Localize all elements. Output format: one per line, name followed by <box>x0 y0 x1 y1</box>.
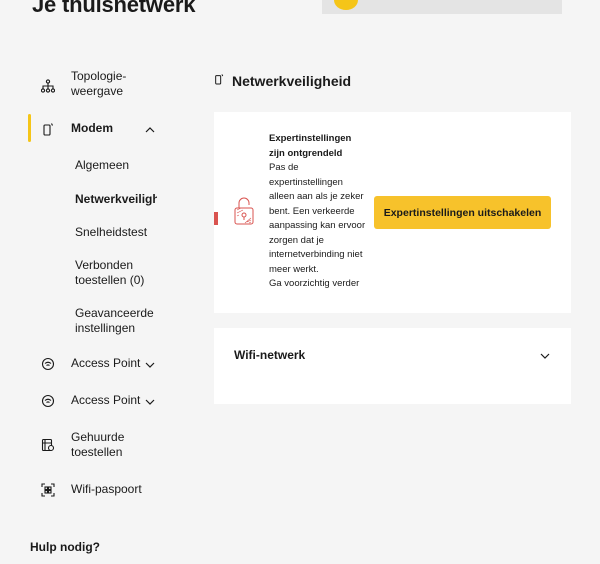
access-point-icon <box>40 356 56 372</box>
warning-line: internetverbinding niet <box>269 249 363 260</box>
warning-line: Ga voorzichtig verder <box>269 278 360 289</box>
qr-icon <box>40 482 56 498</box>
nav-label: Gehuurde toestellen <box>71 430 125 459</box>
nav-label: Access Point <box>71 356 141 370</box>
subnav-item-connected-devices[interactable]: Verbonden toestellen (0) <box>75 258 144 288</box>
chevron-up-icon[interactable] <box>144 123 156 135</box>
section-header: Netwerkveiligheid <box>214 72 351 90</box>
subnav-item-advanced-settings[interactable]: Geavanceerde instellingen <box>75 306 154 336</box>
warning-line: aanpassing kan ervoor <box>269 220 366 231</box>
section-title: Netwerkveiligheid <box>232 73 352 89</box>
access-point-icon <box>40 393 56 409</box>
chevron-down-icon[interactable] <box>144 358 156 370</box>
chevron-down-icon[interactable] <box>539 349 551 361</box>
help-heading: Hulp nodig? <box>30 540 100 554</box>
wifi-network-title: Wifi-netwerk <box>234 348 306 362</box>
topology-icon <box>40 78 56 94</box>
nav-label: Wifi-paspoort <box>71 482 142 496</box>
page-title: Je thuisnetwerk <box>32 0 196 17</box>
nav-label: Access Point <box>71 393 141 407</box>
expert-settings-card: Expertinstellingen zijn ontgrendeld Pas … <box>214 112 571 313</box>
warning-heading: Expertinstellingen zijn ontgrendeld <box>269 133 352 159</box>
subnav-item-general[interactable]: Algemeen <box>75 158 129 173</box>
nav-label: Modem <box>71 121 113 135</box>
wifi-network-accordion[interactable]: Wifi-netwerk <box>214 328 571 404</box>
nav-label: Topologie- weergave <box>71 69 127 98</box>
warning-line: meer werkt. <box>269 263 319 275</box>
chevron-down-icon[interactable] <box>144 395 156 407</box>
modem-icon <box>40 121 56 137</box>
warning-line: expertinstellingen <box>269 176 343 188</box>
warning-marker <box>214 212 218 225</box>
warning-line: bent. Een verkeerde <box>269 205 355 217</box>
warning-line: alleen aan als je zeker <box>269 191 364 202</box>
active-indicator <box>28 114 31 142</box>
warning-line: zorgen dat je <box>269 234 324 246</box>
modem-icon <box>214 72 224 90</box>
warning-line: Pas de <box>269 162 299 173</box>
expert-warning-text: Expertinstellingen zijn ontgrendeld Pas … <box>269 132 367 292</box>
unlocked-lock-icon <box>234 196 254 226</box>
top-banner <box>322 0 562 14</box>
subnav-item-network-security[interactable]: Netwerkveiligheid <box>75 192 157 207</box>
disable-expert-settings-button[interactable]: Expertinstellingen uitschakelen <box>374 196 551 229</box>
subnav-item-speedtest[interactable]: Snelheidstest <box>75 225 147 240</box>
rented-devices-icon <box>40 437 56 453</box>
